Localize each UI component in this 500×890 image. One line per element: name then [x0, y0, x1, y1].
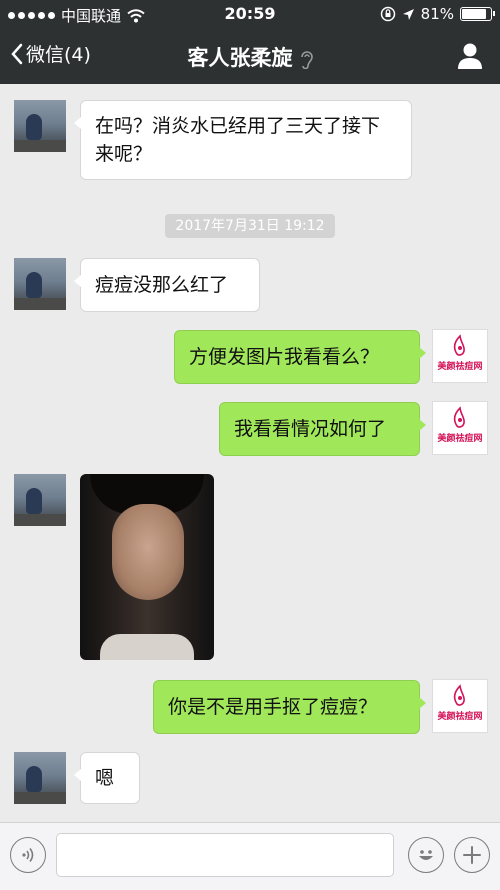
brand-logo-icon [453, 334, 465, 356]
contact-avatar[interactable] [14, 100, 66, 152]
brand-logo-text: 美颜祛痘网 [437, 712, 483, 722]
message-bubble-sent[interactable]: 你是不是用手抠了痘痘？ [153, 680, 426, 734]
message-bubble-sent[interactable]: 方便发图片我看看么？ [174, 330, 426, 384]
my-avatar[interactable]: 美颜祛痘网 [432, 329, 488, 383]
status-bar: 中国联通 20:59 81% [0, 0, 500, 30]
message-text: 你是不是用手抠了痘痘？ [168, 696, 378, 718]
message-bubble-received[interactable]: 嗯 [74, 752, 140, 804]
battery-icon [460, 7, 495, 21]
earpiece-mode-icon [300, 51, 313, 69]
contact-avatar[interactable] [14, 258, 66, 310]
more-button[interactable] [454, 837, 490, 873]
message-text: 我看看情况如何了 [234, 418, 387, 440]
chat-title: 客人张柔旋 [0, 42, 500, 72]
brand-logo-text: 美颜祛痘网 [437, 434, 483, 444]
rotation-lock-icon [380, 6, 395, 22]
message-text: 痘痘没那么红了 [95, 274, 229, 296]
contact-avatar[interactable] [14, 752, 66, 804]
message-bubble-received[interactable]: 在吗？消炎水已经用了三天了接下来呢？ [74, 100, 412, 180]
voice-button[interactable] [10, 837, 46, 873]
voice-icon [22, 848, 34, 862]
brand-logo-icon [453, 684, 465, 706]
input-bar [0, 822, 500, 890]
message-text: 方便发图片我看看么？ [189, 346, 380, 368]
message-image[interactable] [80, 474, 214, 660]
timestamp: 2017年7月31日 19:12 [165, 214, 335, 238]
nav-bar: 微信(4) 客人张柔旋 [0, 30, 500, 84]
location-icon [402, 8, 414, 20]
battery-percent: 81% [420, 5, 454, 23]
contact-avatar[interactable] [14, 474, 66, 526]
message-input[interactable] [56, 833, 394, 877]
chat-area[interactable]: 在吗？消炎水已经用了三天了接下来呢？ 2017年7月31日 19:12 痘痘没那… [0, 84, 500, 822]
message-bubble-sent[interactable]: 我看看情况如何了 [219, 402, 426, 456]
plus-icon [463, 846, 481, 864]
emoji-icon [419, 850, 433, 860]
contact-name: 客人张柔旋 [187, 46, 293, 70]
my-avatar[interactable]: 美颜祛痘网 [432, 401, 488, 455]
emoji-button[interactable] [408, 837, 444, 873]
brand-logo-text: 美颜祛痘网 [437, 362, 483, 372]
message-text: 在吗？消炎水已经用了三天了接下来呢？ [95, 115, 381, 165]
message-bubble-received[interactable]: 痘痘没那么红了 [74, 258, 260, 312]
my-avatar[interactable]: 美颜祛痘网 [432, 679, 488, 733]
message-text: 嗯 [95, 767, 115, 789]
contact-info-icon[interactable] [456, 42, 484, 70]
brand-logo-icon [453, 406, 465, 428]
